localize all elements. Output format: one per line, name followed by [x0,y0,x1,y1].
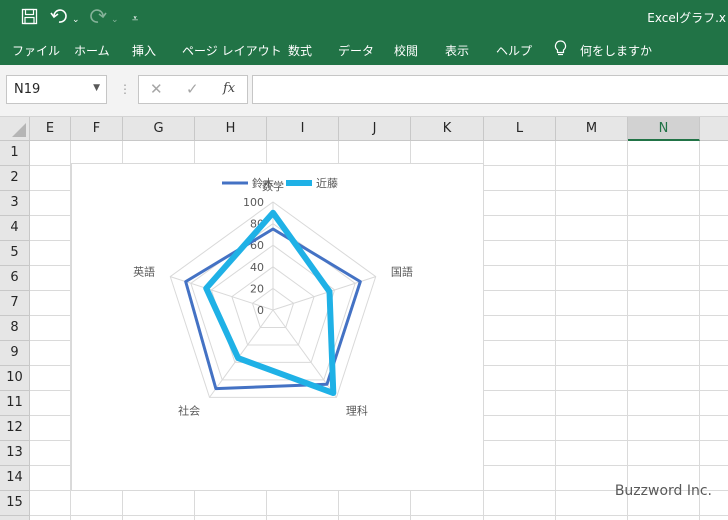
formula-bar: N19 ▼ ⋮ ✕ ✓ fx [0,65,728,117]
category-label: 国語 [391,265,413,279]
row-header-1[interactable]: 1 [0,141,30,166]
checkmark-icon[interactable]: ✓ [186,80,199,98]
radar-chart[interactable]: 0 20 40 60 80 100 数学 国語 理科 社会 英語 鈴木 近藤 [71,163,484,491]
tab-formulas[interactable]: 数式 [288,42,312,59]
row-header-15[interactable]: 15 [0,491,30,516]
column-header-h[interactable]: H [195,117,267,141]
column-header-l[interactable]: L [484,117,556,141]
title-bar: ⌄ ⌄ ⩡ Excelグラフ.x [0,0,728,34]
radial-tick-label: 20 [250,282,264,295]
category-label: 理科 [346,403,368,417]
column-header-n[interactable]: N [628,117,700,141]
window-title: Excelグラフ.x [647,11,726,25]
tab-file[interactable]: ファイル [12,42,60,59]
ribbon-tab-bar: ファイル ホーム 挿入 ページ レイアウト 数式 データ 校閲 表示 ヘルプ 何… [0,34,728,65]
row-header-12[interactable]: 12 [0,416,30,441]
gridline [699,141,700,520]
worksheet-grid[interactable]: E F G H I J K L M N 1 2 3 4 5 6 7 8 9 10… [0,117,728,520]
insert-function-button[interactable]: fx [223,81,235,96]
column-header-g[interactable]: G [123,117,195,141]
tab-page-layout[interactable]: ページ レイアウト [182,42,282,59]
category-label: 英語 [133,265,155,279]
row-header-10[interactable]: 10 [0,366,30,391]
x-icon[interactable]: ✕ [150,80,163,98]
radial-tick-label: 0 [257,304,264,317]
column-header-e[interactable]: E [30,117,71,141]
tab-insert[interactable]: 挿入 [132,42,156,59]
name-box-dropdown-icon[interactable]: ▼ [93,83,100,93]
undo-icon[interactable] [50,8,68,29]
radial-tick-label: 40 [250,261,264,274]
category-label: 社会 [178,403,200,417]
formula-input[interactable] [252,75,728,104]
tell-me-search[interactable]: 何をしますか [580,42,652,59]
select-all-triangle-icon [12,123,26,137]
row-header-16[interactable] [0,516,30,520]
row-header-5[interactable]: 5 [0,241,30,266]
legend-label: 鈴木 [252,176,274,190]
tab-data[interactable]: データ [338,42,374,59]
column-header-f[interactable]: F [71,117,123,141]
row-header-4[interactable]: 4 [0,216,30,241]
column-header-k[interactable]: K [411,117,484,141]
column-header-o[interactable] [700,117,728,141]
select-all-button[interactable] [0,117,30,141]
save-icon[interactable] [21,8,38,29]
lightbulb-icon[interactable] [554,40,567,60]
gridline [30,515,728,516]
row-header-14[interactable]: 14 [0,466,30,491]
tab-review[interactable]: 校閲 [394,42,418,59]
watermark: Buzzword Inc. [614,483,712,499]
name-box[interactable]: N19 ▼ [6,75,107,104]
tab-home[interactable]: ホーム [74,42,110,59]
gridline [555,141,556,520]
undo-dropdown-icon[interactable]: ⌄ [72,11,80,29]
column-header-j[interactable]: J [339,117,411,141]
redo-icon[interactable] [89,8,107,29]
column-header-i[interactable]: I [267,117,339,141]
legend-label: 近藤 [316,177,338,190]
row-header-11[interactable]: 11 [0,391,30,416]
row-header-6[interactable]: 6 [0,266,30,291]
radial-tick-label: 100 [243,196,264,209]
column-header-m[interactable]: M [556,117,628,141]
row-header-7[interactable]: 7 [0,291,30,316]
formula-buttons: ✕ ✓ fx [138,75,248,104]
row-header-2[interactable]: 2 [0,166,30,191]
row-header-9[interactable]: 9 [0,341,30,366]
formula-bar-grip-icon[interactable]: ⋮ [119,82,131,96]
row-header-8[interactable]: 8 [0,316,30,341]
tab-help[interactable]: ヘルプ [496,42,532,59]
gridline [627,141,628,520]
name-box-value: N19 [14,82,41,97]
row-header-13[interactable]: 13 [0,441,30,466]
customize-quick-access-icon[interactable]: ⩡ [132,10,138,28]
radar-chart-svg: 020406080100数学国語理科社会英語鈴木 近藤 [133,176,413,417]
row-header-3[interactable]: 3 [0,191,30,216]
redo-dropdown-icon[interactable]: ⌄ [111,11,119,29]
tab-view[interactable]: 表示 [445,42,469,59]
